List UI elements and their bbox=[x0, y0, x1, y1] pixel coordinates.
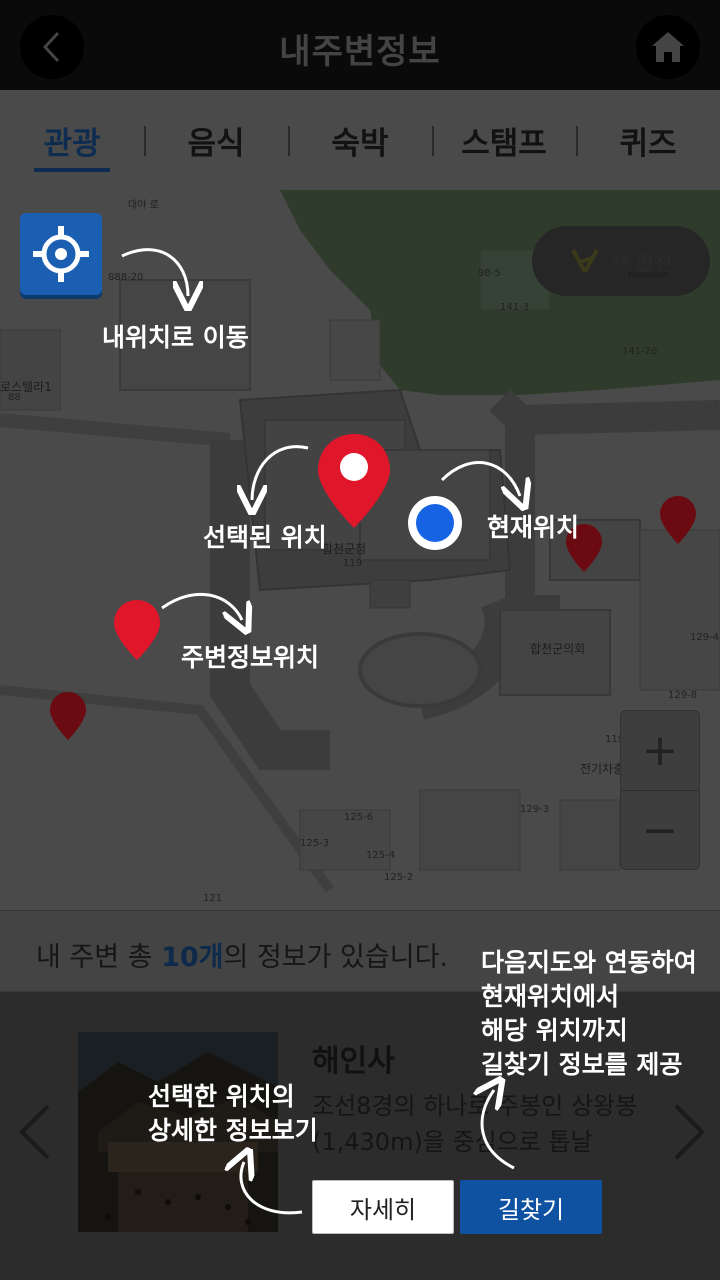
tab-quiz[interactable]: 퀴즈 bbox=[576, 90, 720, 190]
map-label: 합천군의회 bbox=[530, 642, 586, 656]
page-title: 내주변정보 bbox=[279, 32, 441, 72]
annotation-route-info: 다음지도와 연동하여 현재위치에서 해당 위치까지 길찾기 정보를 제공 bbox=[481, 946, 697, 1082]
nearby-map-pin-icon[interactable] bbox=[48, 690, 88, 742]
map-label: 129-4 bbox=[690, 632, 720, 643]
map-label: 888-20 bbox=[108, 272, 144, 283]
map-label: 129-3 bbox=[520, 804, 550, 815]
place-description: 조선8경의 하나로 주봉인 상왕봉 (1,430m)을 중심으로 톱날 bbox=[312, 1088, 657, 1160]
map-label: 합천군청 bbox=[322, 542, 367, 556]
map-label: 129-8 bbox=[668, 690, 698, 701]
brand-sub: Hapcheon bbox=[628, 270, 669, 279]
tab-food[interactable]: 음식 bbox=[144, 90, 288, 190]
annotation-line: 길찾기 정보를 제공 bbox=[481, 1050, 683, 1079]
map-label: 로스텔라1 bbox=[0, 380, 52, 394]
category-tabs: 관광 음식 숙박 스탬프 퀴즈 bbox=[0, 90, 720, 190]
map-label: 121 bbox=[203, 893, 223, 904]
selected-map-pin-icon[interactable] bbox=[316, 432, 392, 530]
brand-mark-icon bbox=[571, 249, 600, 273]
nearby-count-text: 내 주변 총 10개의 정보가 있습니다. bbox=[36, 935, 448, 974]
count-prefix: 내 주변 총 bbox=[36, 942, 162, 973]
map-label: 대야 로 bbox=[128, 200, 159, 211]
current-location-icon bbox=[408, 496, 462, 550]
nearby-map-pin-icon[interactable] bbox=[112, 598, 162, 662]
home-button[interactable] bbox=[636, 15, 700, 79]
map-label: 125-6 bbox=[344, 812, 374, 823]
annotation-selected-location: 선택된 위치 bbox=[203, 523, 327, 552]
tab-stamp[interactable]: 스탬프 bbox=[432, 90, 576, 190]
annotation-nearby-location: 주변정보위치 bbox=[181, 643, 320, 672]
route-button[interactable]: 길찾기 bbox=[460, 1180, 602, 1234]
map-label: 98-5 bbox=[478, 268, 501, 279]
map-label: 141-26 bbox=[622, 346, 658, 357]
place-description-line: (1,430m)을 중심으로 톱날 bbox=[312, 1128, 593, 1156]
annotation-line: 다음지도와 연동하여 bbox=[481, 948, 697, 977]
crosshair-icon bbox=[33, 226, 89, 282]
zoom-control: + − bbox=[620, 710, 700, 870]
map-label: 전기차충 bbox=[580, 762, 625, 776]
annotation-my-location: 내위치로 이동 bbox=[102, 323, 249, 352]
annotation-line: 현재위치에서 bbox=[481, 982, 620, 1011]
zoom-out-button[interactable]: − bbox=[621, 790, 699, 869]
place-title: 해인사 bbox=[312, 1044, 395, 1079]
home-icon bbox=[652, 32, 684, 62]
annotation-detail-view: 선택한 위치의 상세한 정보보기 bbox=[148, 1080, 318, 1148]
map-label: 141-3 bbox=[500, 302, 530, 313]
count-suffix: 의 정보가 있습니다. bbox=[223, 942, 448, 973]
app-header: 내주변정보 bbox=[0, 0, 720, 90]
annotation-line: 선택한 위치의 bbox=[148, 1082, 295, 1111]
count-value: 10개 bbox=[161, 942, 224, 973]
nearby-map-pin-icon[interactable] bbox=[658, 494, 698, 546]
my-location-button[interactable] bbox=[20, 213, 102, 295]
map-label: 125-4 bbox=[366, 850, 396, 861]
map-label: 119 bbox=[343, 558, 363, 569]
chevron-left-icon[interactable] bbox=[16, 1102, 56, 1162]
tab-stay[interactable]: 숙박 bbox=[288, 90, 432, 190]
map-view[interactable]: 대야 로 888-20 88 로스텔라1 98-5 141-3 141-26 합… bbox=[0, 190, 720, 910]
chevron-right-icon[interactable] bbox=[668, 1102, 708, 1162]
brand-logo: 여행 합천 Hapcheon bbox=[532, 226, 710, 296]
place-description-line: 조선8경의 하나로 주봉인 상왕봉 bbox=[312, 1092, 638, 1120]
zoom-in-button[interactable]: + bbox=[621, 711, 699, 790]
map-label: 125-2 bbox=[384, 872, 414, 883]
annotation-line: 해당 위치까지 bbox=[481, 1016, 628, 1045]
detail-button[interactable]: 자세히 bbox=[312, 1180, 454, 1234]
brand-prefix: 여행 bbox=[609, 255, 630, 268]
map-label: 125-3 bbox=[300, 838, 330, 849]
annotation-line: 상세한 정보보기 bbox=[148, 1116, 318, 1145]
annotation-current-location: 현재위치 bbox=[487, 513, 580, 542]
tab-tour[interactable]: 관광 bbox=[0, 90, 144, 190]
